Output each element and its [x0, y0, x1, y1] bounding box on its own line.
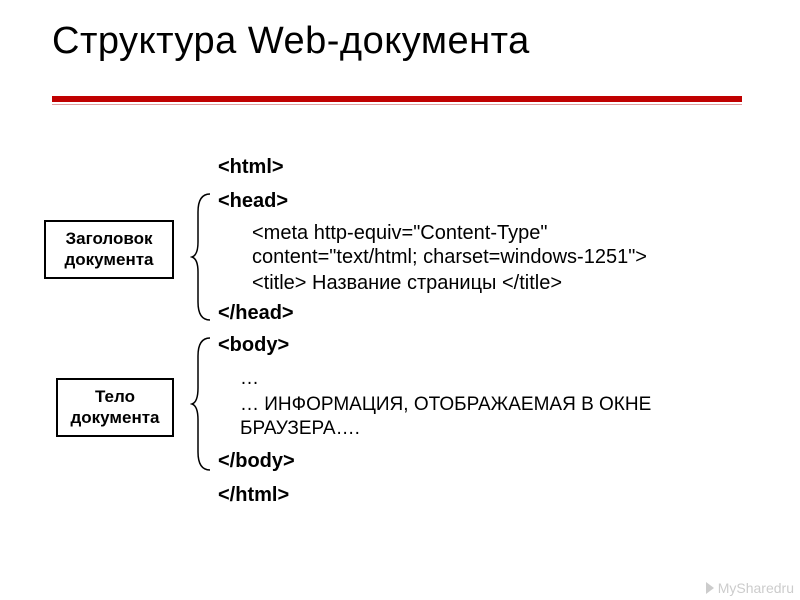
- play-icon: [706, 582, 714, 594]
- code-body-content1: …: [240, 368, 259, 390]
- brace-head: [190, 192, 214, 322]
- code-body-open: <body>: [218, 334, 289, 357]
- code-body-content2: … ИНФОРМАЦИЯ, ОТОБРАЖАЕМАЯ В ОКНЕ: [240, 394, 651, 416]
- watermark-text: MySharedru: [718, 580, 794, 596]
- title-underline: [52, 96, 742, 102]
- code-body-content3: БРАУЗЕРА….: [240, 418, 360, 440]
- slide-title: Структура Web-документа: [52, 20, 530, 63]
- code-meta-line1: <meta http-equiv="Content-Type": [252, 222, 547, 245]
- body-label-box: Тело документа: [56, 378, 174, 437]
- header-label-box: Заголовок документа: [44, 220, 174, 279]
- code-html-close: </html>: [218, 484, 289, 507]
- code-meta-line2: content="text/html; charset=windows-1251…: [252, 246, 647, 269]
- code-html-open: <html>: [218, 156, 284, 179]
- brace-body: [190, 336, 214, 472]
- code-head-open: <head>: [218, 190, 288, 213]
- title-underline-thin: [52, 104, 742, 105]
- code-body-close: </body>: [218, 450, 295, 473]
- code-head-close: </head>: [218, 302, 294, 325]
- watermark: MySharedru: [706, 580, 794, 596]
- code-title-line: <title> Название страницы </title>: [252, 272, 562, 295]
